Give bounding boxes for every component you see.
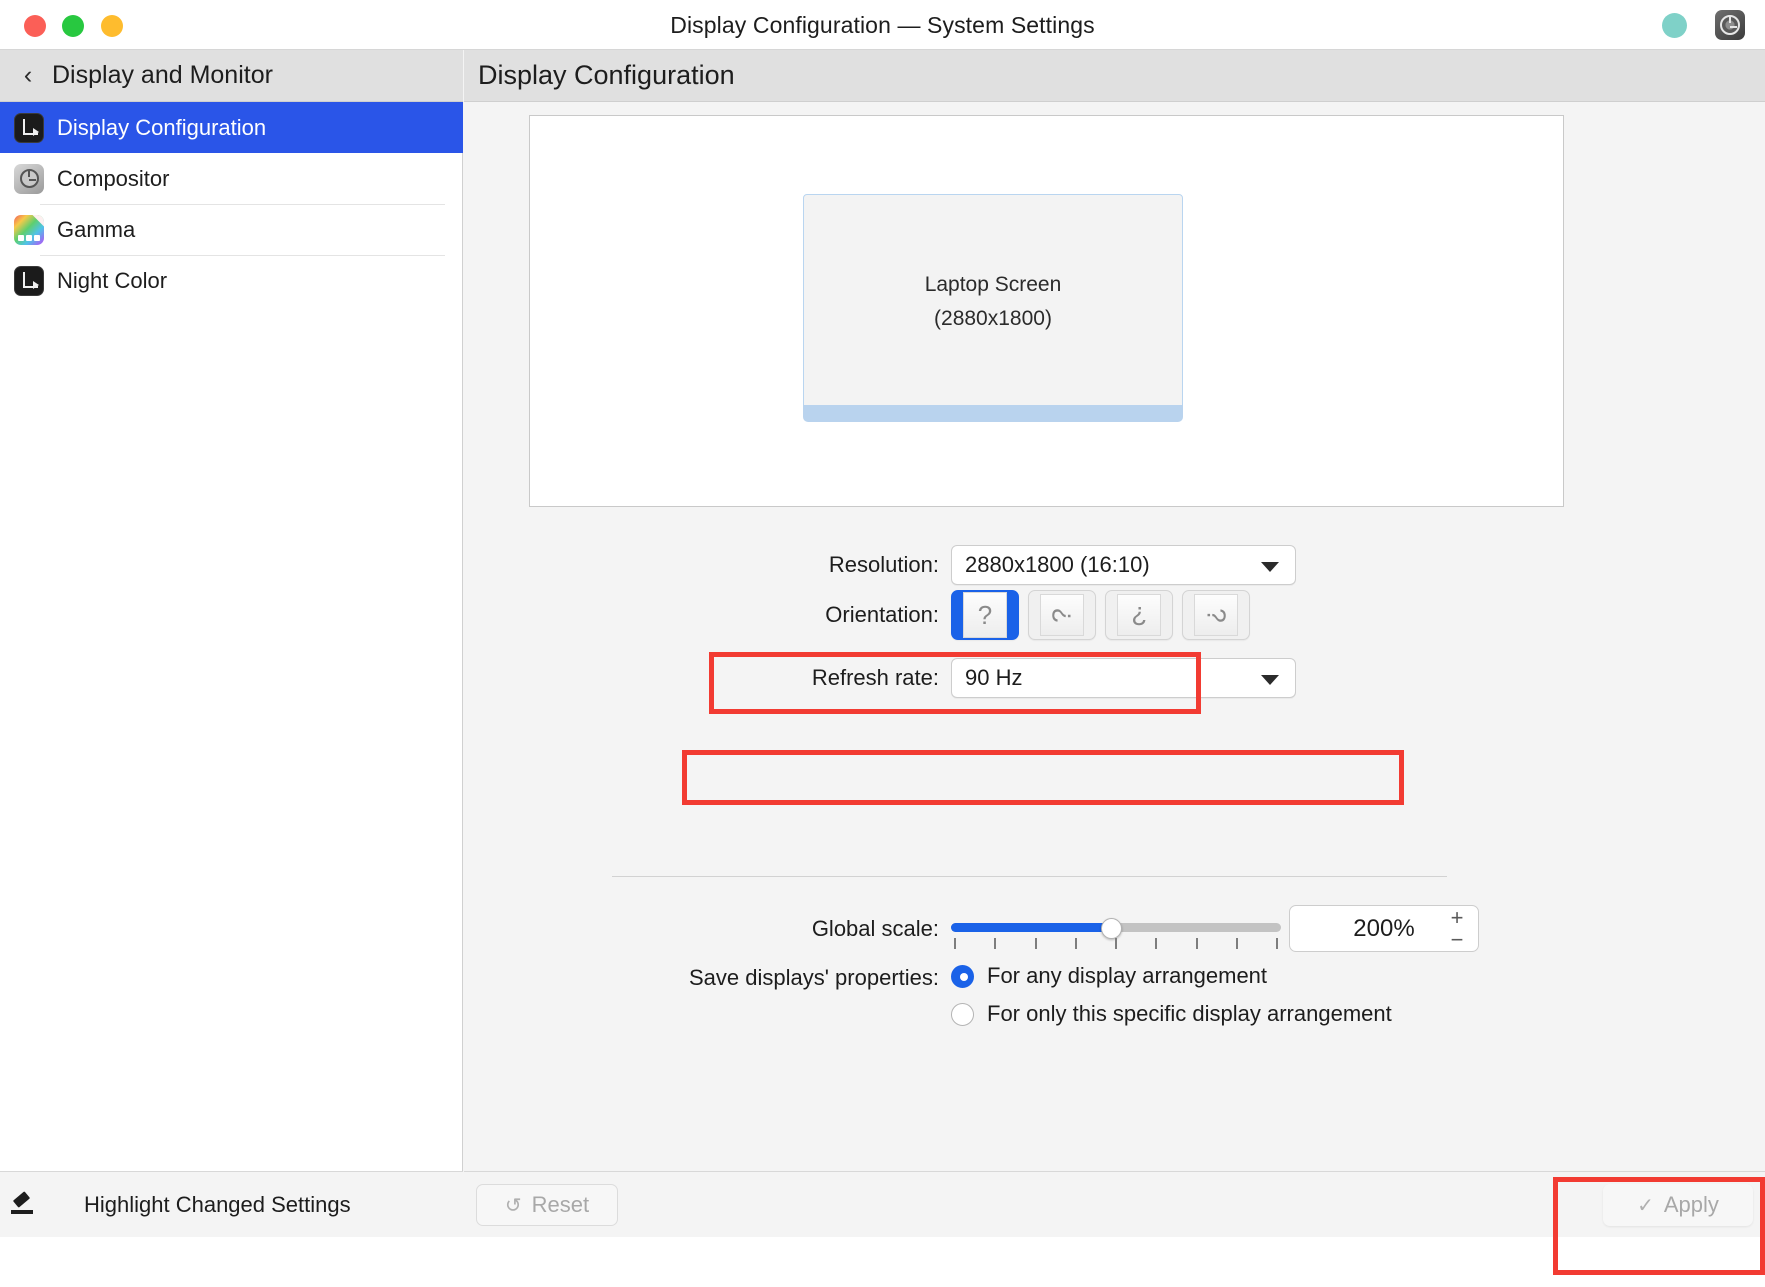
sidebar-item-label: Display Configuration: [57, 114, 267, 140]
title-bar: Display Configuration — System Settings: [0, 0, 1765, 50]
undo-icon: ↺: [504, 1194, 522, 1217]
radio-any-display-arrangement[interactable]: For any display arrangement: [951, 963, 1267, 989]
sidebar-item-label: Compositor: [57, 165, 170, 191]
resolution-row: Resolution: 2880x1800 (16:10): [464, 545, 1765, 585]
window-title: Display Configuration — System Settings: [670, 12, 1095, 38]
system-settings-window: Display Configuration — System Settings …: [0, 0, 1765, 1287]
orientation-landscape-icon: ?: [963, 592, 1007, 638]
status-dot-icon: [1662, 13, 1687, 38]
sidebar-item-label: Night Color: [57, 267, 168, 293]
chevron-down-icon: [1261, 562, 1279, 572]
check-icon: ✓: [1637, 1194, 1654, 1217]
global-scale-spinbox[interactable]: 200% + −: [1289, 905, 1479, 952]
display-configuration-icon: [14, 112, 44, 143]
compositor-icon: [14, 163, 44, 194]
sidebar-item-compositor[interactable]: Compositor: [0, 153, 463, 204]
minus-icon[interactable]: −: [1446, 929, 1468, 951]
main-pane: Display Configuration Laptop Screen (288…: [464, 50, 1765, 1237]
radio-specific-display-arrangement[interactable]: For only this specific display arrangeme…: [951, 1001, 1392, 1027]
display-arrangement-preview[interactable]: Laptop Screen (2880x1800): [529, 115, 1564, 507]
resolution-dropdown[interactable]: 2880x1800 (16:10): [951, 545, 1296, 585]
section-divider: [612, 876, 1447, 877]
orientation-glyph: ?: [1131, 600, 1147, 631]
refresh-rate-dropdown[interactable]: 90 Hz: [951, 658, 1296, 698]
gear-glyph: [1720, 15, 1740, 35]
orientation-portrait-right-icon: ?: [1194, 594, 1238, 636]
sidebar-item-gamma[interactable]: Gamma: [0, 204, 463, 255]
orientation-label: Orientation:: [825, 602, 939, 627]
highlight-changed-settings-button[interactable]: Highlight Changed Settings: [0, 1171, 463, 1237]
global-scale-label: Global scale:: [811, 915, 939, 941]
main-footer: ↺ Reset ✓ Apply: [464, 1171, 1765, 1237]
sidebar-header-title: Display and Monitor: [52, 61, 273, 89]
monitor-name-label: Laptop Screen: [924, 272, 1062, 296]
save-displays-properties-label: Save displays' properties:: [689, 965, 939, 990]
resolution-value: 2880x1800 (16:10): [965, 552, 1150, 577]
chevron-left-icon[interactable]: ‹: [14, 61, 42, 90]
orientation-portrait-left-icon: ?: [1040, 594, 1084, 636]
radio-button-selected-icon[interactable]: [951, 964, 974, 988]
highlighter-icon: [10, 1190, 36, 1218]
monitor-resolution-label: (2880x1800): [934, 306, 1052, 330]
resolution-label: Resolution:: [828, 552, 939, 577]
radio-label: For only this specific display arrangeme…: [987, 1001, 1392, 1026]
apply-button[interactable]: ✓ Apply: [1603, 1184, 1753, 1226]
orientation-landscape-flipped-icon: ?: [1117, 594, 1161, 636]
orientation-portrait-right-button[interactable]: ?: [1182, 590, 1250, 640]
apply-button-label: Apply: [1663, 1192, 1719, 1217]
sidebar-item-label: Gamma: [57, 216, 136, 242]
orientation-glyph: ?: [1201, 607, 1232, 623]
sidebar: ‹ Display and Monitor Display Configurat…: [0, 50, 463, 1237]
slider-fill: [951, 922, 1109, 932]
slider-handle[interactable]: [1101, 917, 1122, 939]
chevron-down-icon: [1261, 675, 1279, 685]
window-body: ‹ Display and Monitor Display Configurat…: [0, 50, 1765, 1237]
slider-ticks: [954, 937, 1278, 950]
gamma-icon: [14, 214, 44, 245]
sidebar-item-display-configuration[interactable]: Display Configuration: [0, 102, 463, 153]
orientation-landscape-flipped-button[interactable]: ?: [1105, 590, 1173, 640]
refresh-rate-value: 90 Hz: [965, 665, 1023, 690]
reset-button-label: Reset: [531, 1192, 590, 1217]
plus-icon[interactable]: +: [1446, 907, 1468, 929]
main-header: Display Configuration: [464, 50, 1765, 102]
system-settings-app-icon: [1715, 10, 1745, 40]
global-scale-row: Global scale: 200% + −: [464, 905, 1765, 952]
page-title: Display Configuration: [478, 60, 735, 90]
monitor-preview-laptop-screen[interactable]: Laptop Screen (2880x1800): [803, 194, 1183, 409]
orientation-glyph: ?: [1046, 607, 1077, 623]
monitor-base-bar: [803, 405, 1183, 422]
global-scale-value: 200%: [1353, 914, 1415, 942]
orientation-row: Orientation: ? ? ? ?: [464, 590, 1765, 640]
orientation-portrait-left-button[interactable]: ?: [1028, 590, 1096, 640]
night-color-icon: [14, 265, 44, 296]
refresh-rate-row: Refresh rate: 90 Hz: [464, 658, 1765, 698]
radio-button-icon[interactable]: [951, 1002, 974, 1026]
highlight-changed-settings-label: Highlight Changed Settings: [84, 1191, 351, 1217]
radio-label: For any display arrangement: [987, 963, 1268, 988]
sidebar-header: ‹ Display and Monitor: [0, 50, 463, 102]
orientation-landscape-button[interactable]: ?: [951, 590, 1019, 640]
sidebar-item-night-color[interactable]: Night Color: [0, 255, 463, 306]
refresh-rate-label: Refresh rate:: [811, 665, 939, 690]
orientation-glyph: ?: [977, 599, 993, 630]
reset-button[interactable]: ↺ Reset: [476, 1184, 618, 1226]
global-scale-slider[interactable]: [951, 907, 1281, 951]
